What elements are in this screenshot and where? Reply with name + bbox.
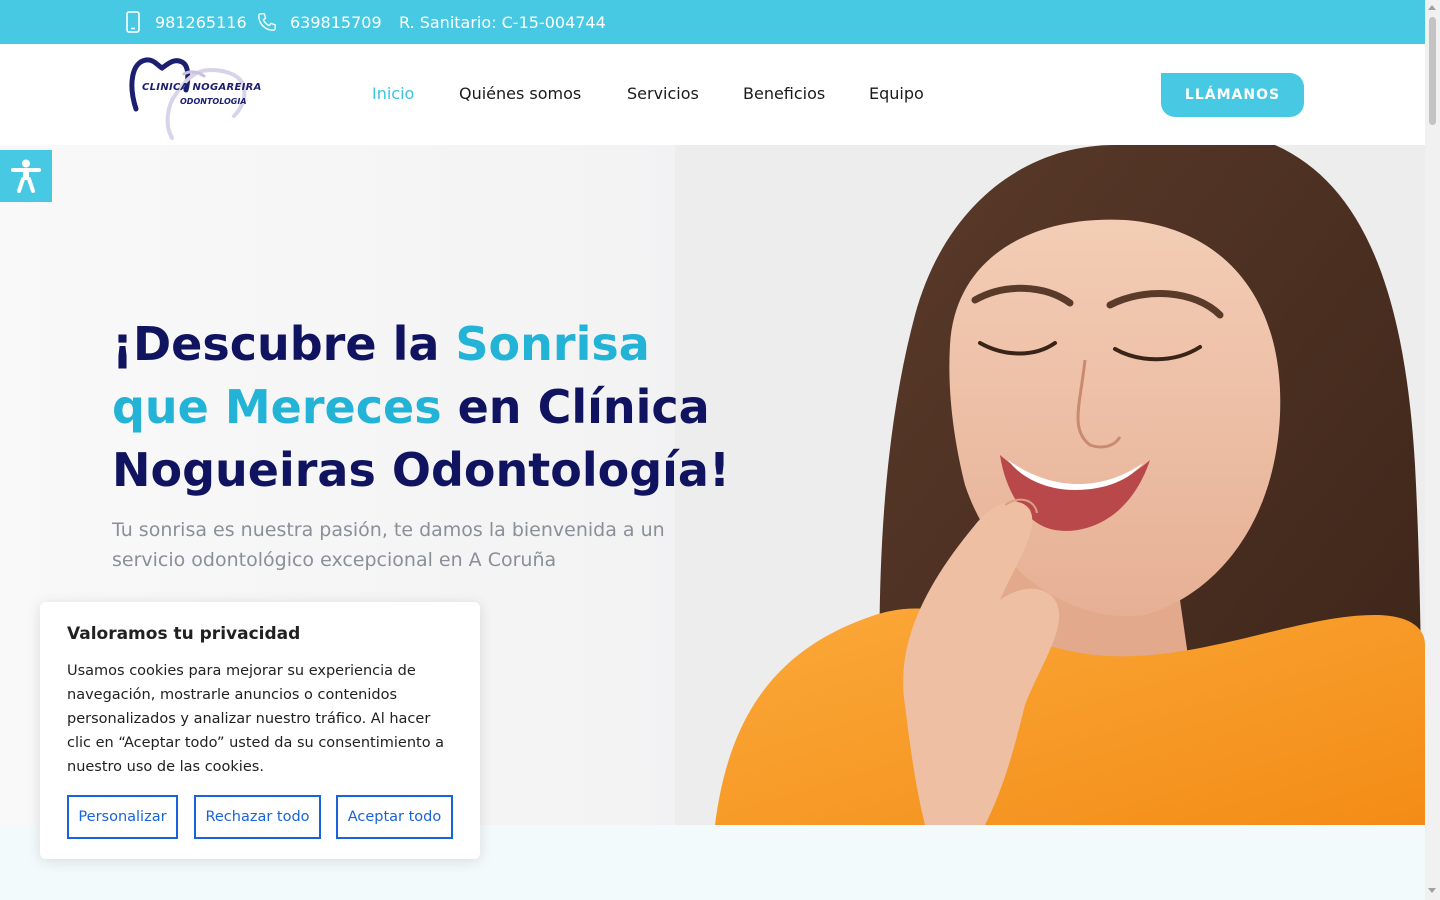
logo-text-name: CLINICA NOGAREIRA [142, 82, 262, 93]
nav-item-quienes-somos[interactable]: Quiénes somos [459, 84, 581, 103]
sanitary-registry: R. Sanitario: C-15-004744 [399, 12, 606, 32]
mobile-phone-link[interactable]: 981265116 [125, 0, 247, 44]
call-us-button[interactable]: LLÁMANOS [1161, 73, 1304, 117]
scrollbar-thumb[interactable] [1429, 17, 1436, 125]
cookie-accept-button[interactable]: Aceptar todo [336, 795, 453, 839]
page-scrollbar[interactable] [1425, 0, 1440, 900]
scroll-down-arrow-icon[interactable] [1428, 888, 1436, 893]
clinic-logo[interactable]: CLINICA NOGAREIRA ODONTOLOGIA [128, 54, 261, 142]
hero-subtitle: Tu sonrisa es nuestra pasión, te damos l… [112, 519, 665, 571]
scroll-up-arrow-icon[interactable] [1428, 5, 1436, 10]
nav-item-beneficios[interactable]: Beneficios [743, 84, 825, 103]
nav-item-servicios[interactable]: Servicios [627, 84, 699, 103]
top-contact-bar: 981265116 639815709 R. Sanitario: C-15-0… [0, 0, 1425, 44]
mobile-phone-icon [125, 11, 141, 33]
phone-icon [256, 11, 278, 33]
landline-phone-link[interactable]: 639815709 [256, 0, 382, 44]
cookie-customize-button[interactable]: Personalizar [67, 795, 178, 839]
nav-item-inicio[interactable]: Inicio [372, 84, 414, 103]
cookie-banner-text: Usamos cookies para mejorar su experienc… [67, 663, 445, 775]
logo-text-subtitle: ODONTOLOGIA [180, 97, 247, 106]
hero-title: ¡Descubre la Sonrisa que Mereces en Clín… [112, 313, 752, 502]
accessibility-button[interactable] [0, 150, 52, 202]
accessibility-icon [11, 159, 41, 193]
mobile-phone-number: 981265116 [155, 12, 247, 32]
cookie-reject-button[interactable]: Rechazar todo [194, 795, 321, 839]
smiling-woman-photo [675, 145, 1425, 825]
cookie-banner-title: Valoramos tu privacidad [67, 624, 301, 644]
nav-item-equipo[interactable]: Equipo [869, 84, 924, 103]
cookie-consent-banner: Valoramos tu privacidad Usamos cookies p… [40, 602, 480, 859]
hero-title-part1: ¡Descubre la [112, 317, 456, 371]
landline-phone-number: 639815709 [290, 12, 382, 32]
site-header: CLINICA NOGAREIRA ODONTOLOGIA Inicio Qui… [0, 44, 1425, 145]
